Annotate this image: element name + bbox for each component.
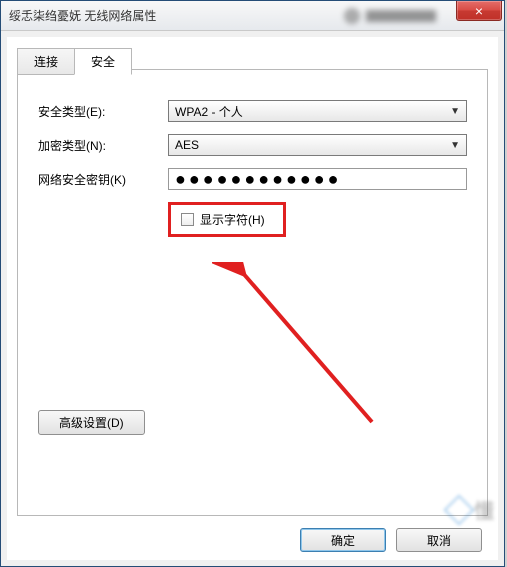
close-button[interactable]: × [456, 1, 502, 21]
tab-connect[interactable]: 连接 [17, 48, 75, 75]
encryption-type-value: AES [175, 138, 199, 152]
row-network-key: 网络安全密钥(K) ●●●●●●●●●●●● [38, 168, 467, 190]
security-type-value: WPA2 - 个人 [175, 103, 243, 120]
close-icon: × [475, 3, 483, 19]
row-encryption-type: 加密类型(N): AES ▼ [38, 134, 467, 156]
show-characters-label: 显示字符(H) [200, 211, 265, 228]
ok-button-label: 确定 [331, 532, 355, 549]
tab-strip: 连接 安全 [17, 47, 131, 74]
encryption-type-select[interactable]: AES ▼ [168, 134, 467, 156]
encryption-type-label: 加密类型(N): [38, 137, 168, 154]
advanced-settings-button[interactable]: 高级设置(D) [38, 410, 145, 435]
security-type-label: 安全类型(E): [38, 103, 168, 120]
network-key-value: ●●●●●●●●●●●● [175, 170, 341, 188]
show-characters-checkbox[interactable] [181, 213, 194, 226]
network-key-input[interactable]: ●●●●●●●●●●●● [168, 168, 467, 190]
dialog-window: 绥忎柒绉憂妩 无线网络属性 × 连接 安全 安全类型(E): WPA2 - 个人… [0, 0, 505, 567]
advanced-settings-label: 高级设置(D) [59, 416, 124, 430]
window-title: 绥忎柒绉憂妩 无线网络属性 [9, 7, 344, 24]
tab-panel-security: 安全类型(E): WPA2 - 个人 ▼ 加密类型(N): AES ▼ 网络安全… [17, 69, 488, 516]
blurred-text [366, 10, 436, 22]
tab-connect-label: 连接 [34, 55, 58, 69]
client-area: 连接 安全 安全类型(E): WPA2 - 个人 ▼ 加密类型(N): AES … [7, 37, 498, 560]
show-characters-region: 显示字符(H) [168, 202, 286, 237]
tab-security-label: 安全 [91, 55, 115, 69]
chevron-down-icon: ▼ [450, 106, 460, 117]
ok-button[interactable]: 确定 [300, 528, 386, 552]
cancel-button-label: 取消 [427, 532, 451, 549]
cancel-button[interactable]: 取消 [396, 528, 482, 552]
blurred-icon [344, 8, 360, 24]
chevron-down-icon: ▼ [450, 140, 460, 151]
titlebar-blur-region [344, 8, 436, 24]
watermark-icon [443, 494, 474, 525]
row-security-type: 安全类型(E): WPA2 - 个人 ▼ [38, 100, 467, 122]
tab-security[interactable]: 安全 [74, 48, 132, 75]
network-key-label: 网络安全密钥(K) [38, 171, 168, 188]
titlebar: 绥忎柒绉憂妩 无线网络属性 × [1, 1, 504, 31]
watermark: 懂 [448, 495, 494, 524]
watermark-text: 懂 [474, 495, 494, 524]
dialog-button-row: 确定 取消 [300, 528, 482, 552]
security-type-select[interactable]: WPA2 - 个人 ▼ [168, 100, 467, 122]
